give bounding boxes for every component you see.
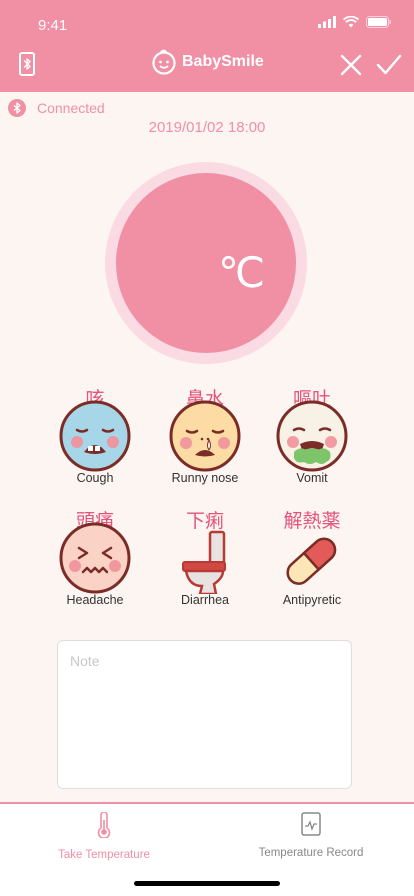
brand-logo: BabySmile	[151, 49, 264, 75]
symptom-label: Vomit	[296, 471, 328, 485]
runny-nose-face-icon	[169, 400, 241, 472]
tab-label: Temperature Record	[258, 847, 364, 859]
temperature-gauge-inner: ℃	[116, 173, 296, 353]
bluetooth-button[interactable]	[19, 52, 35, 81]
close-button[interactable]	[340, 54, 362, 81]
toilet-icon	[182, 530, 226, 594]
connection-status: Connected	[8, 99, 105, 117]
baby-face-logo-icon	[152, 49, 176, 75]
symptom-label: Diarrhea	[181, 593, 229, 607]
chart-record-icon	[301, 812, 321, 836]
checkmark-icon	[376, 54, 402, 75]
temperature-gauge[interactable]: ℃	[105, 162, 307, 364]
tab-label: Take Temperature	[58, 849, 150, 861]
symptom-diarrhea[interactable]: 下痢 Diarrhea	[150, 506, 260, 616]
symptom-label: Cough	[76, 471, 114, 485]
note-field[interactable]: Note	[57, 640, 352, 789]
connection-text: Connected	[37, 100, 105, 116]
temperature-unit: ℃	[218, 248, 266, 297]
app-header: 9:41 BabySmile	[0, 0, 414, 92]
home-indicator	[134, 881, 280, 886]
symptom-label: Antipyretic	[282, 593, 342, 607]
symptom-label: Runny nose	[171, 471, 239, 485]
symptom-vomit[interactable]: 嘔吐 Vomit	[257, 384, 367, 494]
pill-icon	[286, 537, 337, 585]
bluetooth-status-icon	[8, 99, 26, 117]
note-placeholder: Note	[70, 653, 100, 669]
symptom-runny-nose[interactable]: 鼻水 Runny nose	[150, 384, 260, 494]
battery-icon	[366, 16, 391, 28]
status-icons	[318, 16, 392, 28]
brand-name: BabySmile	[182, 53, 264, 70]
headache-face-icon	[59, 522, 131, 594]
symptom-label: Headache	[66, 593, 124, 607]
signal-icon	[318, 16, 336, 28]
measurement-datetime: 2019/01/02 18:00	[148, 119, 266, 136]
bluetooth-icon	[19, 52, 35, 76]
thermometer-icon	[97, 811, 111, 839]
vomit-face-icon	[276, 400, 348, 472]
tab-temperature-record[interactable]: Temperature Record	[231, 812, 391, 859]
confirm-button[interactable]	[376, 54, 402, 81]
close-icon	[340, 54, 362, 76]
symptom-cough[interactable]: 咳 Cough	[40, 384, 150, 494]
cough-face-icon	[59, 400, 131, 472]
tab-take-temperature[interactable]: Take Temperature	[24, 811, 184, 861]
symptom-headache[interactable]: 頭痛 Headache	[40, 506, 150, 616]
wifi-icon	[343, 16, 359, 28]
status-time: 9:41	[38, 17, 68, 34]
symptom-antipyretic[interactable]: 解熱薬 Antipyretic	[257, 506, 367, 616]
